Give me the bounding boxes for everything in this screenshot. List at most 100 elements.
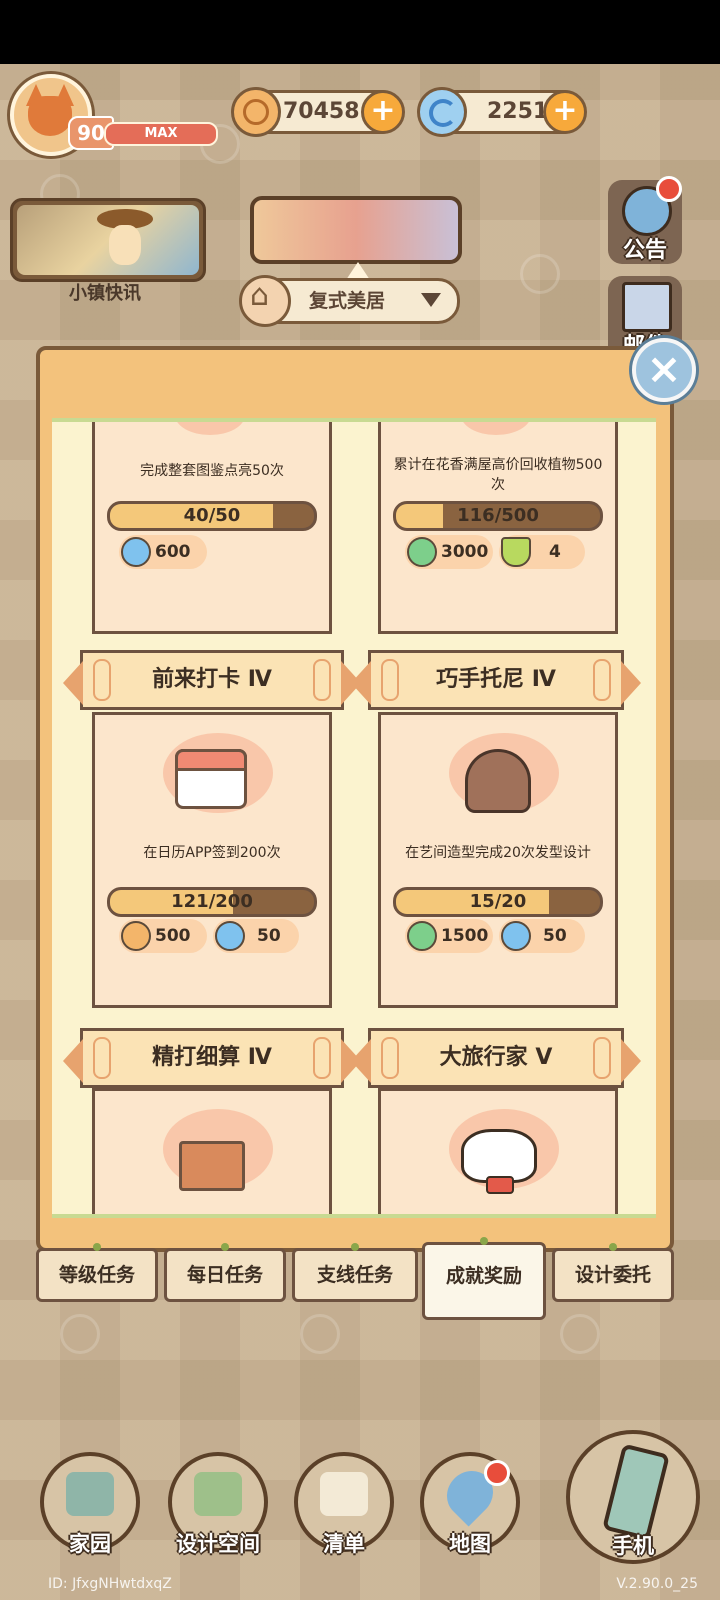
achievement-title: 前来打卡 Ⅳ (152, 667, 272, 692)
reward-value: 500 (155, 926, 191, 946)
achievement-desc: 在艺间造型完成20次发型设计 (405, 845, 591, 861)
level-bar-label: MAX (144, 126, 178, 141)
player-id: ID: JfxgNHwtdxqZ (48, 1576, 172, 1592)
achievement-panel: 完成整套图鉴点亮50次 40/50 600 累计在花香满屋高价回收植物500次 … (36, 346, 674, 1252)
version-label: V.2.90.0_25 (616, 1576, 698, 1592)
reward-chip: 3000 (405, 535, 493, 569)
reward-value: 4 (549, 542, 561, 562)
weather-banner[interactable] (250, 196, 462, 280)
reward-value: 50 (543, 926, 567, 946)
clover-icon (407, 921, 437, 951)
home-button[interactable]: 家园 (40, 1452, 140, 1556)
reward-chip: 1500 (405, 919, 493, 953)
clover-icon (407, 537, 437, 567)
town-news-label: 小镇快讯 (69, 283, 141, 304)
progress-text: 15/20 (469, 891, 527, 912)
announcement-button[interactable]: 公告 (608, 176, 682, 264)
achievement-title-ribbon: 巧手托尼 Ⅳ (351, 650, 641, 710)
card-glow (175, 422, 245, 435)
gem-value: 2251 (487, 99, 549, 124)
coin-counter: 70458 + (231, 87, 405, 137)
achievement-title: 巧手托尼 Ⅳ (436, 667, 556, 692)
cat-icon (461, 1129, 537, 1194)
character-face-icon (109, 225, 141, 265)
fox-icon (28, 96, 72, 136)
ribbon-tail (351, 661, 371, 705)
level-bar: MAX (104, 122, 218, 146)
phone-button[interactable]: 手机 (566, 1430, 700, 1564)
ribbon-tail (63, 1039, 83, 1083)
house-icon (239, 275, 291, 327)
gem-icon (121, 537, 151, 567)
town-news-card[interactable] (10, 198, 206, 282)
achievement-card (92, 1088, 332, 1214)
home-label: 家园 (69, 1532, 111, 1556)
progress-text: 121/200 (171, 891, 253, 912)
location-dropdown[interactable]: 复式美居 (239, 275, 460, 327)
ribbon-tail (621, 1039, 641, 1083)
design-tools-icon (194, 1472, 242, 1516)
tab-daily-tasks[interactable]: 每日任务 (164, 1243, 286, 1302)
status-bar (0, 0, 720, 64)
gem-icon (215, 921, 245, 951)
achievement-progress-bar: 15/20 (393, 887, 603, 917)
coin-icon (231, 87, 281, 137)
achievement-progress-bar: 121/200 (107, 887, 317, 917)
notification-dot (484, 1460, 510, 1486)
achievement-title-ribbon: 大旅行家 Ⅴ (351, 1028, 641, 1088)
achievement-title: 大旅行家 Ⅴ (439, 1045, 553, 1070)
tab-pin (351, 1243, 359, 1251)
gem-icon (417, 87, 467, 137)
reward-chip: 600 (119, 535, 207, 569)
achievement-card: 累计在花香满屋高价回收植物500次 116/500 3000 4 (378, 422, 618, 634)
ribbon-tail (63, 661, 83, 705)
coin-value: 70458 (283, 99, 360, 124)
map-button[interactable]: 地图 (420, 1452, 520, 1556)
tab-label: 支线任务 (316, 1264, 393, 1286)
location-label: 复式美居 (309, 290, 386, 312)
achievement-card: 完成整套图鉴点亮50次 40/50 600 (92, 422, 332, 634)
tab-label: 设计委托 (574, 1264, 651, 1286)
tab-pin (480, 1237, 488, 1245)
mail-icon (622, 282, 672, 332)
gem-icon (501, 921, 531, 951)
box-icon (179, 1141, 245, 1191)
home-icon (66, 1472, 114, 1516)
tab-label: 每日任务 (186, 1264, 263, 1286)
phone-label: 手机 (612, 1534, 654, 1558)
ribbon-tail (621, 661, 641, 705)
hairstyle-icon (465, 749, 531, 813)
phone-icon (602, 1443, 670, 1541)
checklist-button[interactable]: 清单 (294, 1452, 394, 1556)
notification-dot (656, 176, 682, 202)
tab-level-tasks[interactable]: 等级任务 (36, 1243, 158, 1302)
checklist-icon (320, 1472, 368, 1516)
tab-side-tasks[interactable]: 支线任务 (292, 1243, 418, 1302)
coin-icon (121, 921, 151, 951)
map-label: 地图 (449, 1532, 491, 1556)
tab-design-commissions[interactable]: 设计委托 (552, 1243, 674, 1302)
reward-chip: 50 (499, 919, 585, 953)
achievement-list[interactable]: 完成整套图鉴点亮50次 40/50 600 累计在花香满屋高价回收植物500次 … (52, 418, 656, 1218)
tab-label: 等级任务 (58, 1264, 135, 1286)
tab-pin (609, 1243, 617, 1251)
achievement-card: 在艺间造型完成20次发型设计 15/20 1500 50 (378, 712, 618, 1008)
tab-achievement-rewards[interactable]: 成就奖励 (422, 1237, 546, 1320)
design-space-button[interactable]: 设计空间 (168, 1452, 268, 1556)
add-coins-button[interactable]: + (361, 90, 405, 134)
reward-value: 600 (155, 542, 191, 562)
close-button[interactable]: × (632, 338, 696, 402)
reward-chip: 50 (213, 919, 299, 953)
design-space-label: 设计空间 (176, 1532, 260, 1556)
add-gems-button[interactable]: + (543, 90, 587, 134)
card-glow (461, 422, 531, 435)
progress-text: 116/500 (457, 505, 539, 526)
bow-tie-icon (486, 1176, 514, 1194)
reward-value: 50 (257, 926, 281, 946)
reward-value: 1500 (441, 926, 489, 946)
tab-pin (221, 1243, 229, 1251)
ribbon-tail (351, 1039, 371, 1083)
gem-counter: 2251 + (417, 87, 587, 137)
tab-pin (93, 1243, 101, 1251)
progress-text: 40/50 (183, 505, 241, 526)
